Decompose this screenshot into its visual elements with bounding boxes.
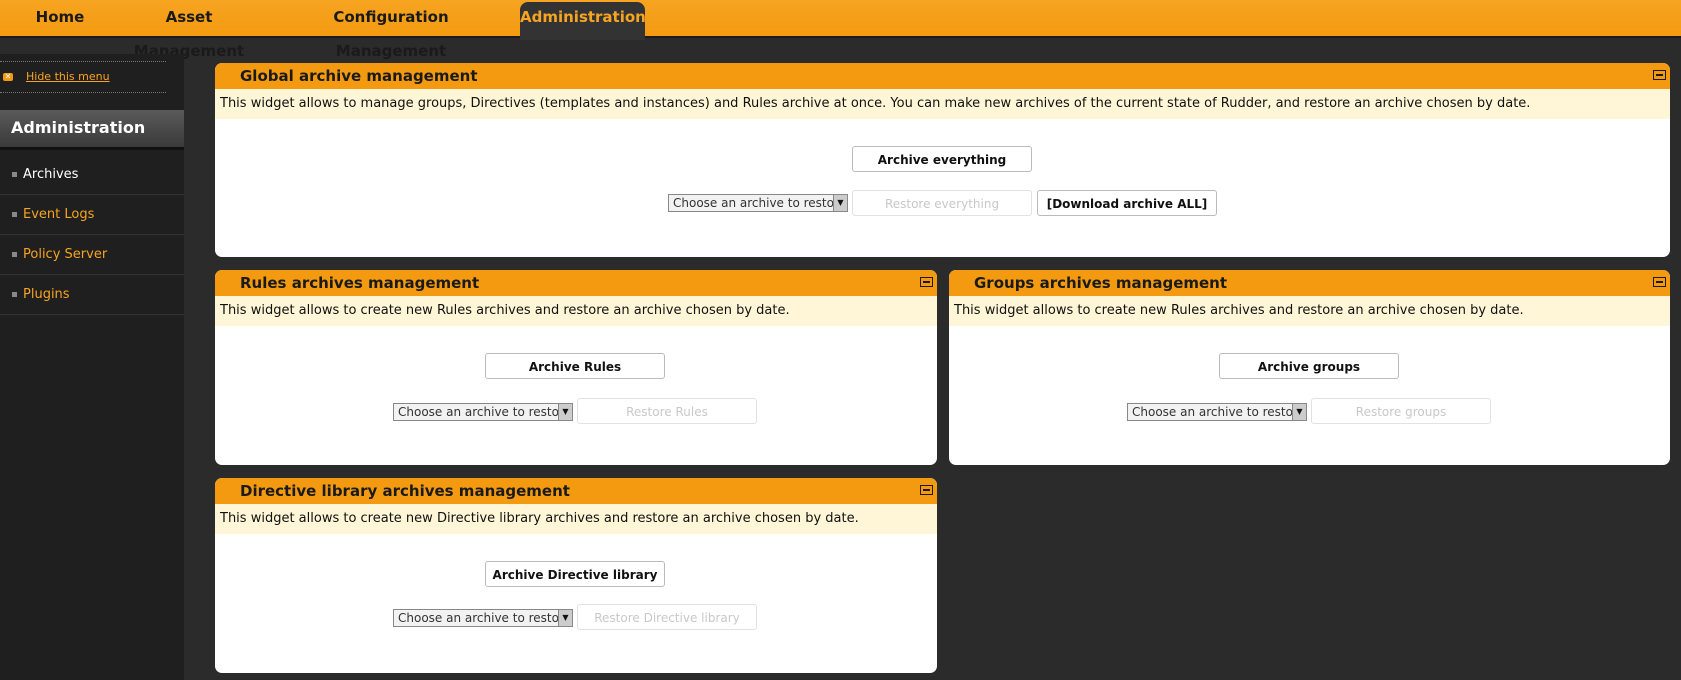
panel-title-text: Rules archives management [240, 274, 480, 292]
sidebar-item-archives[interactable]: Archives [0, 155, 184, 195]
panel-description: This widget allows to manage groups, Dir… [215, 89, 1670, 119]
nav-administration[interactable]: Administration [520, 2, 646, 40]
chevron-down-icon: ▼ [833, 195, 847, 211]
panel-title-text: Global archive management [240, 67, 478, 85]
restore-rules-button[interactable]: Restore Rules [577, 398, 757, 424]
global-archive-select[interactable]: Choose an archive to restore. ▼ [668, 194, 848, 212]
sidebar-item-label: Event Logs [23, 207, 95, 222]
panel-title-text: Directive library archives management [240, 482, 570, 500]
chevron-down-icon: ▼ [558, 610, 572, 626]
select-value: Choose an archive to restore. [398, 611, 573, 625]
bullet-icon [12, 292, 17, 297]
nav-home[interactable]: Home [27, 0, 93, 38]
sidebar-item-policy-server[interactable]: Policy Server [0, 235, 184, 275]
directive-library-archive-select[interactable]: Choose an archive to restore. ▼ [393, 609, 573, 627]
collapse-icon[interactable] [920, 277, 933, 287]
archive-groups-button[interactable]: Archive groups [1219, 353, 1399, 379]
panel-description: This widget allows to create new Rules a… [949, 296, 1670, 326]
sidebar: ✕ Hide this menu Administration Archives… [0, 54, 184, 680]
sidebar-title: Administration [0, 110, 184, 150]
chevron-down-icon: ▼ [558, 404, 572, 420]
chevron-down-icon: ▼ [1292, 404, 1306, 420]
download-archive-all-button[interactable]: [Download archive ALL] [1037, 190, 1217, 216]
collapse-icon[interactable] [1653, 277, 1666, 287]
panel-title: Rules archives management [215, 270, 937, 296]
hide-menu-link[interactable]: Hide this menu [26, 70, 110, 83]
sidebar-item-plugins[interactable]: Plugins [0, 275, 184, 315]
collapse-icon[interactable] [1653, 70, 1666, 80]
nav-asset-management[interactable]: Asset Management [112, 0, 266, 60]
sidebar-item-label: Policy Server [23, 247, 108, 262]
bullet-icon [12, 172, 17, 177]
collapse-icon[interactable] [920, 485, 933, 495]
archive-rules-button[interactable]: Archive Rules [485, 353, 665, 379]
panel-title-text: Groups archives management [974, 274, 1228, 292]
rules-archive-panel: Rules archives management This widget al… [215, 270, 937, 465]
select-value: Choose an archive to restore. [1132, 405, 1307, 419]
panel-description: This widget allows to create new Rules a… [215, 296, 937, 326]
select-value: Choose an archive to restore. [673, 196, 848, 210]
panel-title: Groups archives management [949, 270, 1670, 296]
top-navigation-bar: Home Asset Management Configuration Mana… [0, 0, 1681, 60]
sidebar-item-event-logs[interactable]: Event Logs [0, 195, 184, 235]
panel-description: This widget allows to create new Directi… [215, 504, 937, 534]
restore-directive-library-button[interactable]: Restore Directive library [577, 604, 757, 630]
restore-groups-button[interactable]: Restore groups [1311, 398, 1491, 424]
groups-archive-panel: Groups archives management This widget a… [949, 270, 1670, 465]
select-value: Choose an archive to restore. [398, 405, 573, 419]
panel-title: Global archive management [215, 63, 1670, 89]
nav-configuration-management[interactable]: Configuration Management [288, 0, 494, 60]
bullet-icon [12, 252, 17, 257]
rules-archive-select[interactable]: Choose an archive to restore. ▼ [393, 403, 573, 421]
global-archive-panel: Global archive management This widget al… [215, 63, 1670, 257]
panel-title: Directive library archives management [215, 478, 937, 504]
close-icon[interactable]: ✕ [3, 73, 13, 81]
hide-menu-row: ✕ Hide this menu [0, 61, 166, 93]
sidebar-item-label: Plugins [23, 287, 70, 302]
archive-everything-button[interactable]: Archive everything [852, 146, 1032, 172]
archive-directive-library-button[interactable]: Archive Directive library [485, 561, 665, 587]
restore-everything-button[interactable]: Restore everything [852, 190, 1032, 216]
directive-library-archive-panel: Directive library archives management Th… [215, 478, 937, 673]
sidebar-item-label: Archives [23, 167, 79, 182]
groups-archive-select[interactable]: Choose an archive to restore. ▼ [1127, 403, 1307, 421]
bullet-icon [12, 212, 17, 217]
